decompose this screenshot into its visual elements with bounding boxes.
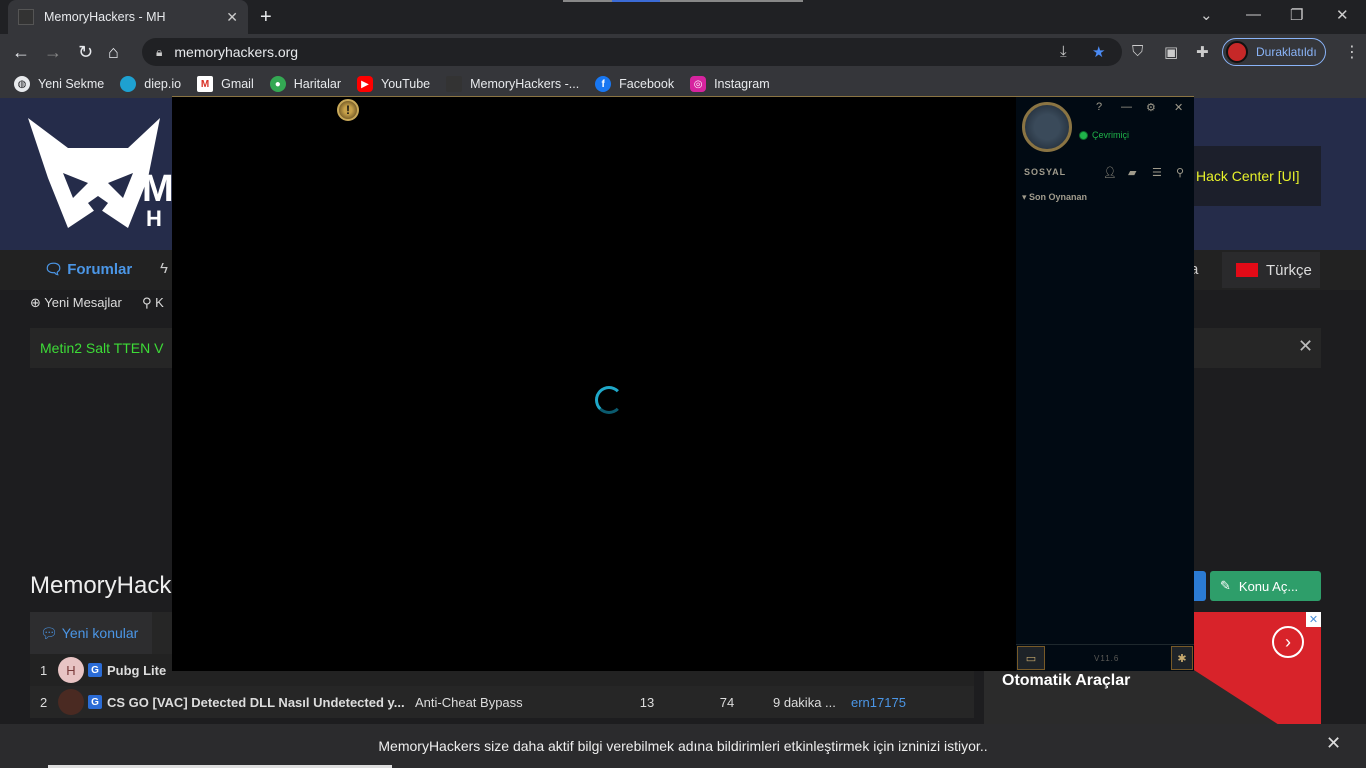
status-text[interactable]: Çevrimiçi xyxy=(1092,130,1129,140)
chat-icon[interactable]: ▭ xyxy=(1017,646,1045,670)
shield-extension-icon[interactable]: ⛉ xyxy=(1132,43,1143,60)
ad-close-icon[interactable]: ✕ xyxy=(1306,612,1321,627)
game-tag-icon: G xyxy=(88,663,102,677)
tab-new-topics[interactable]: 💬︎ Yeni konular xyxy=(30,612,152,654)
extension-icon[interactable]: ▣ xyxy=(1164,43,1178,61)
search-friends-icon[interactable]: ⚲ xyxy=(1176,166,1184,179)
avatar: H xyxy=(58,657,84,683)
logo-letter-m: M xyxy=(142,168,174,210)
new-messages-link[interactable]: ⊕ Yeni Mesajlar xyxy=(30,295,122,311)
edit-icon: ✎ xyxy=(1220,578,1231,593)
diep-icon xyxy=(120,76,137,92)
page-title: MemoryHack xyxy=(30,572,172,599)
reply-count: 13 xyxy=(639,694,655,710)
maps-icon: ● xyxy=(269,76,286,92)
topic-category[interactable]: Anti-Cheat Bypass xyxy=(407,695,607,710)
view-count: 74 xyxy=(719,694,735,710)
tab-title: MemoryHackers - MH xyxy=(44,10,166,24)
client-version: V11.6 xyxy=(1094,654,1120,663)
tab-close-icon[interactable]: ✕ xyxy=(226,9,238,26)
bookmark-memoryhackers[interactable]: MemoryHackers -... xyxy=(446,76,579,92)
bookmark-gmail[interactable]: M Gmail xyxy=(197,76,254,92)
logo-letter-h: H xyxy=(146,206,162,231)
notification-bar: MemoryHackers size daha aktif bilgi vere… xyxy=(0,724,1366,768)
chat-icon: 🗨︎ xyxy=(44,261,64,278)
search-plus-icon: ⊕ xyxy=(30,295,41,310)
address-bar[interactable]: 🔒︎ memoryhackers.org xyxy=(142,38,1122,66)
nav-forumlar[interactable]: 🗨︎ Forumlar xyxy=(44,260,132,278)
last-post-time: 9 dakika ... xyxy=(773,694,836,710)
bookmark-haritalar[interactable]: ● Haritalar xyxy=(269,76,341,92)
summoner-avatar[interactable] xyxy=(1022,102,1072,152)
bookmark-diep[interactable]: diep.io xyxy=(120,76,181,92)
bookmark-yeni-sekme[interactable]: ◍ Yeni Sekme xyxy=(14,76,104,92)
recent-group[interactable]: ▾ Son Oynanan xyxy=(1022,192,1087,203)
browser-tab[interactable]: MemoryHackers - MH ✕ xyxy=(8,0,248,34)
minimize-icon[interactable]: — xyxy=(1246,6,1261,23)
facebook-icon: f xyxy=(595,76,612,92)
instagram-icon: ◎ xyxy=(690,76,707,92)
social-title: SOSYAL xyxy=(1024,167,1067,177)
alert-icon[interactable]: ! xyxy=(337,99,359,121)
window-close-icon[interactable]: ✕ xyxy=(1336,6,1349,24)
social-panel xyxy=(1016,97,1194,671)
ad-next-icon[interactable]: › xyxy=(1272,626,1304,658)
help-icon[interactable]: ? xyxy=(1096,101,1102,113)
reload-icon[interactable]: ↻ xyxy=(78,42,93,63)
topic-title[interactable]: CS GO [VAC] Detected DLL Nasıl Undetecte… xyxy=(107,695,407,710)
top-strip xyxy=(563,0,803,2)
game-tag-icon: G xyxy=(88,695,102,709)
turkey-flag-icon xyxy=(1236,263,1258,277)
nav-lightning-icon[interactable]: ϟ xyxy=(160,260,168,277)
memoryhackers-favicon-icon xyxy=(18,9,34,25)
youtube-icon: ▶ xyxy=(357,76,373,92)
globe-icon: ◍ xyxy=(14,76,30,92)
bookmark-star-icon[interactable]: ★ xyxy=(1092,43,1105,61)
search-icon: ⚲ xyxy=(142,295,152,310)
tab-search-icon[interactable]: ⌄ xyxy=(1200,6,1213,24)
new-topic-button[interactable]: ✎ Konu Aç... xyxy=(1210,571,1321,601)
gmail-icon: M xyxy=(197,76,214,92)
blue-button[interactable] xyxy=(1192,571,1206,601)
profile-label: Duraklatıldı xyxy=(1256,45,1317,59)
minimize-client-icon[interactable]: — xyxy=(1121,101,1132,113)
bookmarks-bar: ◍ Yeni Sekme diep.io M Gmail ● Haritalar ▶ Y… xyxy=(0,70,1366,98)
language-selector[interactable]: Türkçe xyxy=(1222,252,1320,288)
caret-down-icon: ▾ xyxy=(1022,192,1027,202)
puzzle-icon[interactable]: ✚ xyxy=(1196,43,1209,61)
lock-icon: 🔒︎ xyxy=(156,44,163,59)
add-folder-icon[interactable]: ▰ xyxy=(1128,166,1136,179)
top-strip-accent xyxy=(612,0,660,2)
install-icon[interactable]: ⤓ xyxy=(1060,43,1067,60)
add-friend-icon[interactable]: 👤︎ xyxy=(1103,166,1117,179)
memoryhackers-icon xyxy=(446,76,463,92)
table-row[interactable]: 2 G CS GO [VAC] Detected DLL Nasıl Undet… xyxy=(30,686,974,718)
online-status-icon xyxy=(1079,131,1088,140)
url-text: memoryhackers.org xyxy=(174,44,299,60)
home-icon[interactable]: ⌂ xyxy=(108,42,119,63)
forward-icon[interactable]: → xyxy=(44,42,62,63)
notice-close-icon[interactable]: ✕ xyxy=(1298,336,1313,357)
profile-button[interactable]: Duraklatıldı xyxy=(1222,38,1326,66)
new-tab-icon[interactable]: + xyxy=(260,6,272,29)
settings-icon[interactable]: ⚙ xyxy=(1146,101,1156,114)
hack-center-banner[interactable]: Hack Center [UI] xyxy=(1186,146,1321,206)
restore-icon[interactable]: ❐ xyxy=(1290,6,1303,24)
bookmark-facebook[interactable]: f Facebook xyxy=(595,76,674,92)
last-post-user[interactable]: ern17175 xyxy=(847,695,906,710)
avatar xyxy=(1226,41,1248,63)
bookmark-youtube[interactable]: ▶ YouTube xyxy=(357,76,430,92)
notification-close-icon[interactable]: ✕ xyxy=(1326,733,1341,754)
comments-icon: 💬︎ xyxy=(40,624,58,641)
search-link[interactable]: ⚲ K xyxy=(142,295,164,311)
bookmark-instagram[interactable]: ◎ Instagram xyxy=(690,76,770,92)
back-icon[interactable]: ← xyxy=(12,42,30,63)
avatar xyxy=(58,689,84,715)
ad-text: Otomatik Araçlar xyxy=(1002,672,1131,689)
more-menu-icon[interactable]: ⋮ xyxy=(1344,42,1360,62)
bug-report-icon[interactable]: ✱ xyxy=(1171,646,1193,670)
close-client-icon[interactable]: ✕ xyxy=(1174,101,1183,114)
list-icon[interactable]: ☰ xyxy=(1152,166,1162,179)
loading-spinner-icon xyxy=(595,386,623,414)
